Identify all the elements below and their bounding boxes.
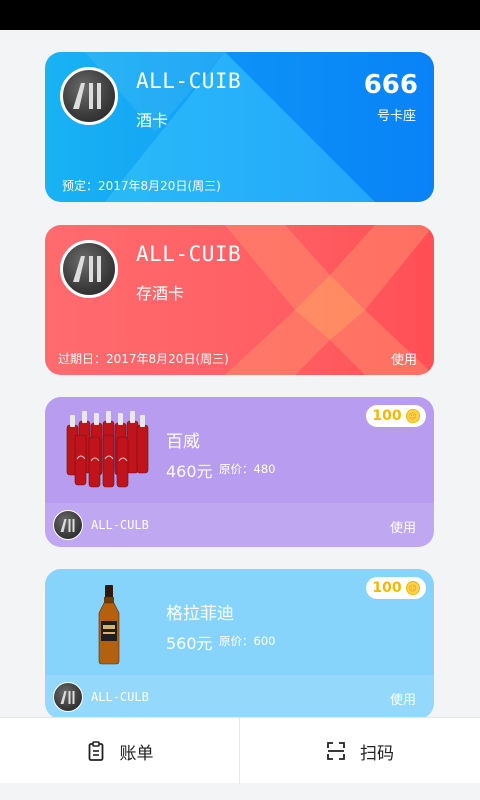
reservation-card[interactable]: ALL-CUIB 酒卡 666 号卡座 预定：2017年8月20日(周三) bbox=[45, 52, 434, 202]
scan-label: 扫码 bbox=[360, 743, 394, 764]
original-price: 原价：600 bbox=[219, 634, 276, 648]
scan-tab[interactable]: 扫码 bbox=[240, 718, 480, 784]
seat-label: 号卡座 bbox=[376, 109, 416, 124]
brand-name: ALL-CULB bbox=[91, 518, 149, 532]
bill-label: 账单 bbox=[119, 743, 154, 764]
points-badge: 100 ☺ bbox=[366, 577, 426, 599]
scan-icon bbox=[327, 742, 345, 760]
product-card-budweiser[interactable]: 100 ☺ 百威 460元 原价：480 ALL-CULB 使用 bbox=[45, 397, 434, 547]
club-logo-small bbox=[53, 682, 83, 712]
points-value: 100 bbox=[372, 580, 402, 596]
use-button[interactable]: 使用 bbox=[391, 349, 417, 368]
use-button[interactable]: 使用 bbox=[390, 517, 416, 536]
bottom-nav: 账单 扫码 bbox=[0, 717, 480, 784]
card-title: ALL-CUIB bbox=[136, 242, 242, 266]
card-footer: ALL-CULB 使用 bbox=[45, 503, 434, 547]
product-card-glenfiddich[interactable]: 100 ☺ 格拉菲迪 560元 原价：600 ALL-CULB 使用 bbox=[45, 569, 434, 719]
card-subtitle: 存酒卡 bbox=[136, 284, 185, 303]
card-subtitle: 酒卡 bbox=[136, 111, 169, 130]
card-title: ALL-CUIB bbox=[136, 69, 242, 93]
all-logo-icon bbox=[60, 690, 74, 704]
points-badge: 100 ☺ bbox=[366, 405, 426, 427]
all-logo-icon bbox=[73, 83, 101, 109]
all-logo-icon bbox=[60, 518, 74, 532]
original-price: 原价：480 bbox=[219, 462, 276, 476]
wine-storage-card[interactable]: ALL-CUIB 存酒卡 过期日：2017年8月20日(周三) 使用 bbox=[45, 225, 434, 375]
club-logo bbox=[60, 67, 118, 125]
club-logo bbox=[60, 240, 118, 298]
bill-tab[interactable]: 账单 bbox=[0, 718, 239, 784]
status-bar bbox=[0, 0, 480, 30]
card-footer: ALL-CULB 使用 bbox=[45, 675, 434, 719]
beer-bottles-icon bbox=[66, 411, 149, 488]
coin-icon: ☺ bbox=[405, 409, 420, 423]
brand-name: ALL-CULB bbox=[91, 690, 149, 704]
reservation-date: 预定：2017年8月20日(周三) bbox=[62, 179, 221, 193]
club-logo-small bbox=[53, 510, 83, 540]
clipboard-icon bbox=[88, 741, 103, 761]
points-value: 100 bbox=[372, 408, 402, 424]
product-name: 格拉菲迪 bbox=[166, 604, 234, 624]
all-logo-icon bbox=[73, 256, 101, 282]
product-name: 百威 bbox=[166, 432, 200, 452]
seat-number: 666 bbox=[363, 70, 418, 100]
coin-icon: ☺ bbox=[405, 581, 420, 595]
expiry-date: 过期日：2017年8月20日(周三) bbox=[58, 352, 229, 366]
whisky-bottle-icon bbox=[98, 585, 120, 665]
product-price: 560元 bbox=[166, 634, 213, 653]
product-price: 460元 bbox=[166, 462, 213, 481]
use-button[interactable]: 使用 bbox=[390, 689, 416, 708]
